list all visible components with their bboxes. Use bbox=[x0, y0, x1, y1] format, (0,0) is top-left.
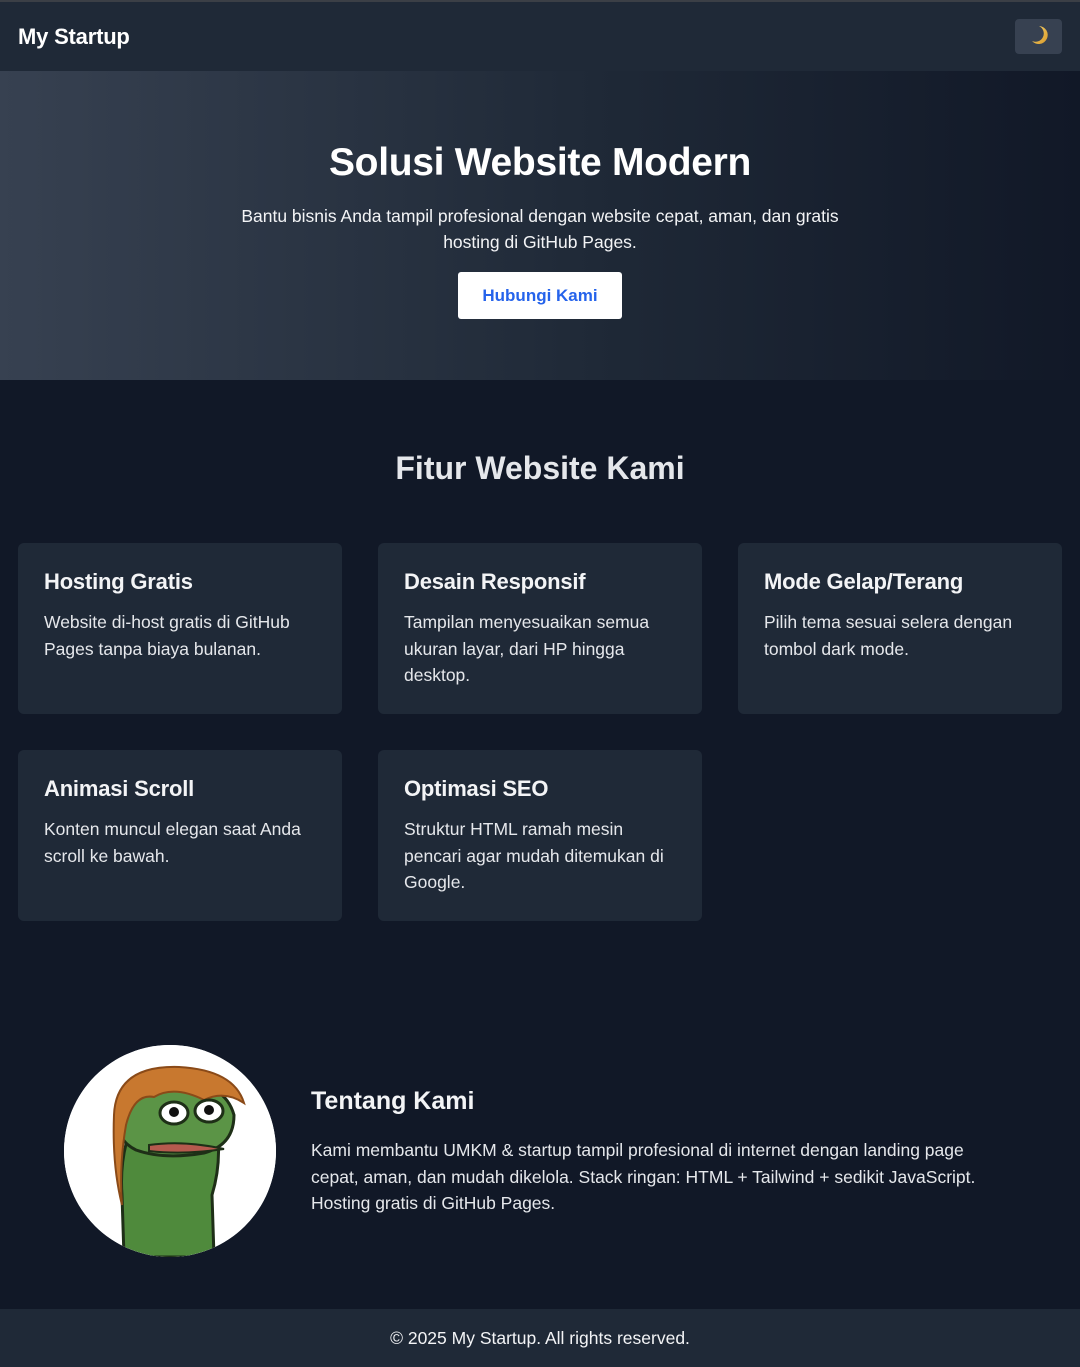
features-title: Fitur Website Kami bbox=[395, 450, 685, 486]
theme-toggle-button[interactable] bbox=[1015, 19, 1062, 54]
feature-card-title: Mode Gelap/Terang bbox=[764, 569, 964, 594]
feature-card-text: Konten muncul elegan saat Anda scroll ke… bbox=[44, 819, 301, 866]
site-header: My Startup bbox=[0, 2, 1080, 71]
moon-icon bbox=[1030, 25, 1048, 48]
site-footer: © 2025 My Startup. All rights reserved. bbox=[0, 1309, 1080, 1367]
feature-card-text: Struktur HTML ramah mesin pencari agar m… bbox=[404, 819, 664, 892]
feature-card-title: Optimasi SEO bbox=[404, 776, 549, 801]
feature-card-theme: Mode Gelap/Terang Pilih tema sesuai sele… bbox=[738, 543, 1062, 714]
hero-section: Solusi Website Modern Bantu bisnis Anda … bbox=[0, 71, 1080, 380]
feature-card-seo: Optimasi SEO Struktur HTML ramah mesin p… bbox=[378, 750, 702, 921]
hero-title: Solusi Website Modern bbox=[328, 141, 752, 184]
contact-button[interactable]: Hubungi Kami bbox=[458, 272, 622, 319]
feature-card-responsive: Desain Responsif Tampilan menyesuaikan s… bbox=[378, 543, 702, 714]
feature-card-text: Website di-host gratis di GitHub Pages t… bbox=[44, 612, 290, 659]
brand-logo[interactable]: My Startup bbox=[18, 24, 130, 50]
footer-copyright: © 2025 My Startup. All rights reserved. bbox=[390, 1327, 690, 1348]
feature-card-title: Desain Responsif bbox=[404, 569, 586, 594]
about-avatar-image bbox=[64, 1045, 276, 1257]
about-text: Kami membantu UMKM & startup tampil prof… bbox=[311, 1140, 976, 1213]
feature-card-animation: Animasi Scroll Konten muncul elegan saat… bbox=[18, 750, 342, 921]
feature-card-text: Pilih tema sesuai selera dengan tombol d… bbox=[764, 612, 1013, 659]
feature-card-hosting: Hosting Gratis Website di-host gratis di… bbox=[18, 543, 342, 714]
feature-card-title: Hosting Gratis bbox=[44, 569, 193, 594]
feature-card-title: Animasi Scroll bbox=[44, 776, 195, 801]
hero-subtitle: Bantu bisnis Anda tampil profesional den… bbox=[241, 206, 839, 252]
about-title: Tentang Kami bbox=[311, 1087, 475, 1115]
feature-card-text: Tampilan menyesuaikan semua ukuran layar… bbox=[404, 612, 650, 685]
